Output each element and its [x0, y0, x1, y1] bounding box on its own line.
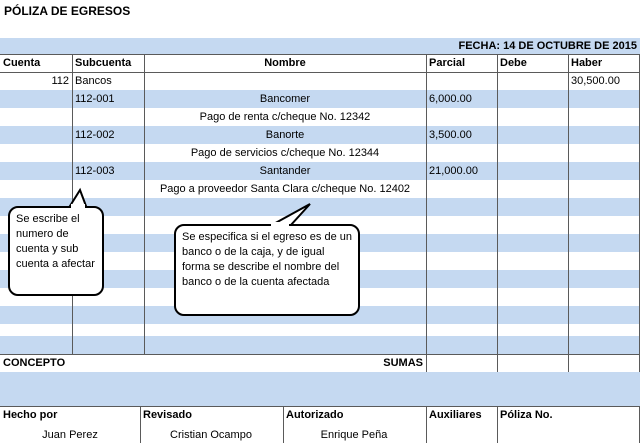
callout-left-pointer-mask	[71, 204, 85, 209]
callout-left: Se escribe el numero de cuenta y sub cue…	[8, 206, 104, 296]
callout-center-pointer-mask	[271, 222, 289, 227]
callout-center: Se especifica si el egreso es de un banc…	[174, 224, 360, 316]
